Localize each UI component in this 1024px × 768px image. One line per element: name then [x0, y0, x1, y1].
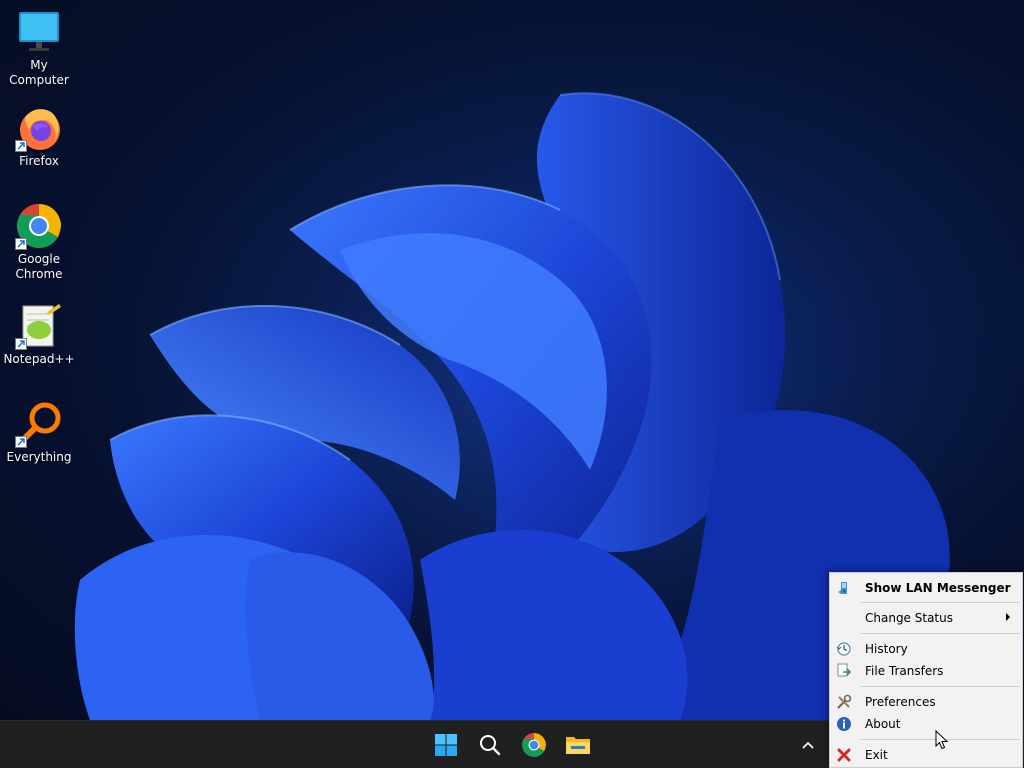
- desktop-icon-label: Firefox: [19, 154, 59, 168]
- taskbar-chrome-button[interactable]: [518, 729, 550, 761]
- search-icon: [480, 735, 501, 756]
- firefox-icon: [15, 104, 63, 152]
- chrome-icon: [15, 202, 63, 250]
- mouse-pointer-icon: [935, 730, 949, 750]
- desktop-icon-notepadpp[interactable]: Notepad++: [0, 302, 78, 367]
- start-windows-icon: [435, 734, 457, 756]
- tray-overflow-button[interactable]: [792, 729, 824, 761]
- desktop-icon-google-chrome[interactable]: Google Chrome: [0, 202, 78, 282]
- menu-item-label: Preferences: [865, 695, 936, 709]
- everything-search-icon: [15, 400, 63, 448]
- desktop-icon-my-computer[interactable]: My Computer: [0, 8, 78, 88]
- menu-item-history[interactable]: History: [832, 638, 1020, 660]
- menu-item-label: About: [865, 717, 901, 731]
- menu-item-label: Show LAN Messenger: [865, 581, 1011, 595]
- desktop-icon-label: Everything: [6, 450, 72, 464]
- desktop-icon-label: Notepad++: [3, 352, 75, 366]
- desktop-icon-label: Google Chrome: [15, 252, 63, 281]
- info-icon: [837, 717, 851, 731]
- menu-item-label: History: [865, 642, 908, 656]
- shortcut-arrow-icon: [15, 140, 27, 152]
- desktop-icon-firefox[interactable]: Firefox: [0, 104, 78, 169]
- menu-item-exit[interactable]: Exit: [832, 744, 1020, 766]
- tools-icon: [837, 694, 852, 709]
- shortcut-arrow-icon: [15, 238, 27, 250]
- menu-item-label: Exit: [865, 748, 888, 762]
- menu-separator: [860, 686, 1020, 687]
- file-explorer-icon: [566, 737, 590, 754]
- shortcut-arrow-icon: [15, 436, 27, 448]
- menu-separator: [860, 633, 1020, 634]
- monitor-icon: [15, 8, 63, 56]
- lan-messenger-icon: [838, 582, 847, 594]
- menu-item-preferences[interactable]: Preferences: [832, 691, 1020, 713]
- menu-item-about[interactable]: About: [832, 713, 1020, 735]
- taskbar-file-explorer-button[interactable]: [562, 729, 594, 761]
- shortcut-arrow-icon: [15, 338, 27, 350]
- history-icon: [836, 642, 851, 656]
- submenu-arrow-icon: [1006, 613, 1010, 621]
- menu-item-file-transfers[interactable]: File Transfers: [832, 660, 1020, 682]
- desktop-icon-label: My Computer: [9, 58, 69, 87]
- menu-separator: [860, 602, 1020, 603]
- menu-item-show-lan-messenger[interactable]: Show LAN Messenger: [832, 577, 1020, 599]
- chrome-icon: [522, 733, 546, 757]
- chevron-up-icon: [802, 741, 814, 749]
- red-x-icon: [837, 748, 851, 762]
- notepadpp-icon: [15, 302, 63, 350]
- menu-item-label: File Transfers: [865, 664, 944, 678]
- file-transfer-icon: [837, 663, 852, 677]
- menu-item-label: Change Status: [865, 611, 953, 625]
- taskbar-search-button[interactable]: [474, 729, 506, 761]
- menu-item-change-status[interactable]: Change Status: [832, 607, 1020, 629]
- start-button[interactable]: [430, 729, 462, 761]
- desktop-icon-everything[interactable]: Everything: [0, 400, 78, 465]
- lan-messenger-tray-menu: Show LAN Messenger Change Status History…: [829, 572, 1023, 768]
